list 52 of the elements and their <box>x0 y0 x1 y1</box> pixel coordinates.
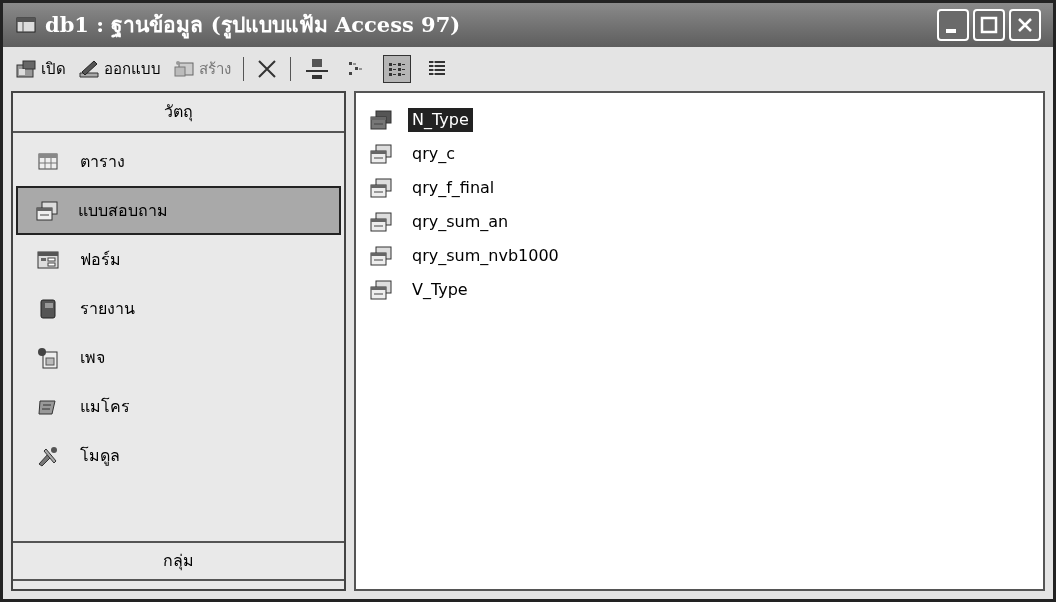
item-label: โมดูล <box>80 444 120 468</box>
object-type-item[interactable]: โมดูล <box>16 431 341 480</box>
window-title: db1 : ฐานข้อมูล (รูปแบบแฟ้ม Access 97) <box>45 11 461 41</box>
view-button[interactable] <box>383 55 411 83</box>
delete-button[interactable] <box>256 58 278 80</box>
object-type-item[interactable]: เพจ <box>16 333 341 382</box>
query-item[interactable]: qry_sum_nvb1000 <box>370 239 1043 273</box>
delete-icon <box>256 58 278 80</box>
large-icons-icon <box>306 59 328 79</box>
query-icon <box>370 212 392 232</box>
query-item[interactable]: qry_c <box>370 137 1043 171</box>
query-item[interactable]: N_Type <box>370 103 1043 137</box>
object-type-item[interactable]: รายงาน <box>16 284 341 333</box>
toolbar-button[interactable]: เปิด <box>15 57 66 81</box>
item-label: แบบสอบถาม <box>78 199 168 222</box>
item-label: เพจ <box>80 346 105 369</box>
object-type-item[interactable]: แมโคร <box>16 382 341 431</box>
new-object-icon <box>173 59 195 79</box>
close-icon <box>1016 16 1034 34</box>
maximize-icon <box>980 16 998 34</box>
object-type-item[interactable]: ฟอร์ม <box>16 235 341 284</box>
item-label: แมโคร <box>80 395 130 418</box>
minimize-button[interactable] <box>937 9 969 41</box>
form-icon <box>36 248 60 271</box>
item-label: ตาราง <box>80 150 125 173</box>
open-icon <box>15 59 37 79</box>
group-header[interactable]: กลุ่ม <box>13 541 344 581</box>
query-icon <box>370 246 392 266</box>
object-type-item[interactable]: แบบสอบถาม <box>16 186 341 235</box>
table-icon <box>15 15 37 35</box>
query-icon <box>370 280 392 300</box>
item-label: รายงาน <box>80 297 135 320</box>
query-item[interactable]: qry_f_final <box>370 171 1043 205</box>
table-icon <box>36 150 60 173</box>
query-icon <box>370 110 392 130</box>
query-icon <box>370 178 392 198</box>
details-view-icon <box>426 59 448 79</box>
close-button[interactable] <box>1009 9 1041 41</box>
object-type-item[interactable]: ตาราง <box>16 137 341 186</box>
item-label: ฟอร์ม <box>80 248 121 271</box>
ruler-pencil-icon <box>78 59 100 79</box>
minimize-icon <box>946 29 956 33</box>
group-header[interactable]: วัตถุ <box>13 93 344 133</box>
toolbar-button[interactable]: สร้าง <box>173 57 231 81</box>
query-item[interactable]: V_Type <box>370 273 1043 307</box>
toolbar-button[interactable]: ออกแบบ <box>78 57 161 81</box>
query-icon <box>36 200 58 221</box>
tools-icon <box>36 444 60 467</box>
query-icon <box>370 144 392 164</box>
page-icon <box>36 346 60 369</box>
query-item[interactable]: qry_sum_an <box>370 205 1043 239</box>
maximize-button[interactable] <box>973 9 1005 41</box>
